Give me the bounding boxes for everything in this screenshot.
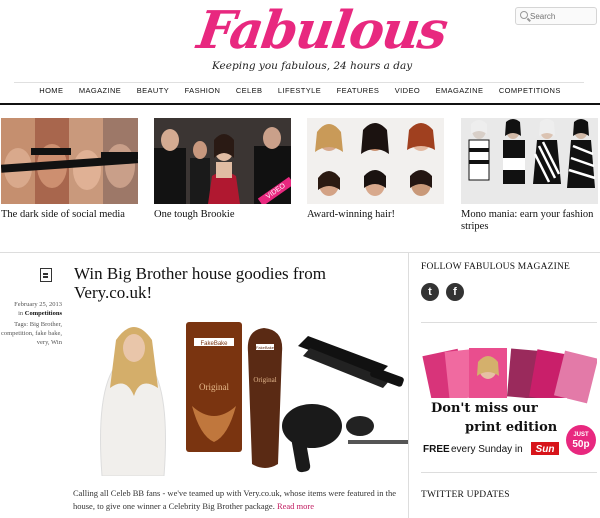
post-category-link[interactable]: Competitions: [25, 310, 62, 317]
post-tags-label: Tags:: [14, 321, 29, 328]
nav-item-competitions[interactable]: COMPETITIONS: [499, 86, 561, 95]
feature-caption[interactable]: Award-winning hair!: [307, 209, 444, 221]
product-name-box: Original: [199, 382, 229, 392]
nav-item-fashion[interactable]: FASHION: [185, 86, 221, 95]
feature-thumb-brookie[interactable]: VIDEO: [154, 118, 291, 204]
feature-card-social-media[interactable]: The dark side of social media: [1, 118, 138, 221]
product-brand-bottle: FakeBake: [256, 345, 275, 350]
post-meta: February 25, 2013 in Competitions Tags: …: [0, 300, 62, 347]
feature-card-hair[interactable]: Award-winning hair!: [307, 118, 444, 221]
nav-item-home[interactable]: HOME: [39, 86, 63, 95]
twitter-icon[interactable]: t: [421, 283, 439, 301]
twitter-widget-title: TWITTER UPDATES: [421, 490, 510, 500]
nav-item-video[interactable]: VIDEO: [395, 86, 420, 95]
feature-caption[interactable]: Mono mania: earn your fashion stripes: [461, 209, 598, 233]
nav-item-beauty[interactable]: BEAUTY: [137, 86, 169, 95]
logo-wordmark: Fabulous: [193, 0, 450, 61]
read-more-link[interactable]: Read more: [277, 501, 314, 511]
post-title[interactable]: Win Big Brother house goodies from Very.…: [74, 264, 394, 302]
post-date: February 25, 2013: [14, 301, 62, 308]
promo-line-1: Don't miss our: [431, 401, 538, 416]
search-input[interactable]: [530, 9, 594, 23]
feature-caption[interactable]: One tough Brookie: [154, 209, 291, 221]
feature-thumb-social-media[interactable]: [1, 118, 138, 204]
section-divider: [0, 252, 600, 253]
nav-item-celeb[interactable]: CELEB: [236, 86, 263, 95]
feature-caption[interactable]: The dark side of social media: [1, 209, 138, 221]
sidebar-divider: [408, 253, 409, 518]
nav-item-emagazine[interactable]: EMAGAZINE: [436, 86, 484, 95]
nav-bottom-rule: [0, 103, 600, 105]
print-edition-promo[interactable]: Don't miss our print edition FREE every …: [421, 348, 597, 458]
nav-top-rule: [14, 82, 584, 83]
post-in-label: in: [18, 310, 24, 317]
facebook-icon[interactable]: f: [446, 283, 464, 301]
feature-thumb-mono[interactable]: [461, 118, 598, 204]
post-tags[interactable]: Big Brother, competition, fake bake, ver…: [1, 321, 62, 346]
post-excerpt: Calling all Celeb BB fans - we've teamed…: [73, 487, 413, 513]
product-name-bottle: Original: [253, 376, 276, 384]
post-excerpt-text: Calling all Celeb BB fans - we've teamed…: [73, 488, 397, 511]
post-format-icon: [40, 268, 52, 282]
feature-card-mono[interactable]: Mono mania: earn your fashion stripes: [461, 118, 598, 233]
feature-thumb-hair[interactable]: [307, 118, 444, 204]
nav-item-magazine[interactable]: MAGAZINE: [79, 86, 121, 95]
product-brand-box: FakeBake: [200, 341, 228, 347]
sidebar-rule: [421, 472, 597, 473]
promo-badge-top: JUST: [573, 432, 589, 438]
promo-every-sunday: every Sunday in: [451, 444, 523, 455]
nav-item-lifestyle[interactable]: LIFESTYLE: [278, 86, 321, 95]
promo-paper-logo: Sun: [536, 444, 555, 455]
feature-card-brookie[interactable]: VIDEO One tough Brookie: [154, 118, 291, 221]
sidebar-rule: [421, 322, 597, 323]
follow-widget-title: FOLLOW FABULOUS MAGAZINE: [421, 262, 571, 272]
search-box[interactable]: [515, 7, 597, 25]
nav-item-features[interactable]: FEATURES: [337, 86, 380, 95]
main-nav: HOME MAGAZINE BEAUTY FASHION CELEB LIFES…: [0, 86, 600, 102]
promo-badge-price: 50p: [572, 439, 589, 450]
promo-line-2: print edition: [465, 420, 558, 435]
search-icon: [520, 11, 528, 19]
post-hero-image[interactable]: FakeBake Original FakeBake Original: [78, 316, 408, 476]
promo-free-label: FREE: [423, 444, 450, 455]
logo-tagline: Keeping you fabulous, 24 hours a day: [212, 60, 413, 72]
site-logo[interactable]: Fabulous Keeping you fabulous, 24 hours …: [190, 0, 450, 76]
